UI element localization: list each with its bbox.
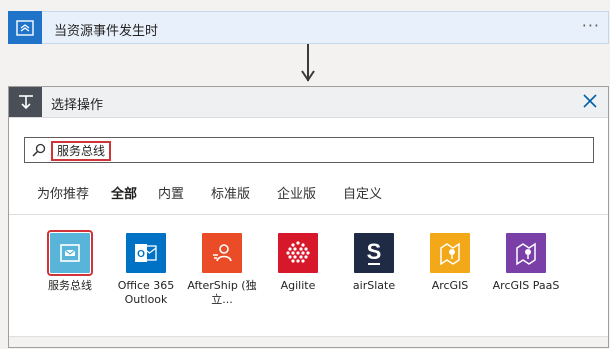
svg-text:O: O <box>137 249 145 260</box>
choose-action-card: 选择操作 服务总线 为你推荐 全部 内置 标准版 企业版 自定义 服务总线 O … <box>8 86 609 348</box>
tab-standard[interactable]: 标准版 <box>211 183 250 202</box>
action-title: 选择操作 <box>51 98 104 113</box>
connector-name: Agilite <box>280 279 316 292</box>
connector-name: ArcGIS PaaS <box>492 279 560 292</box>
connector-tile[interactable]: Agilite <box>258 233 338 293</box>
connector-name: airSlate <box>352 279 396 292</box>
event-grid-icon <box>8 11 42 44</box>
aftership-icon <box>202 233 242 273</box>
action-header[interactable]: 选择操作 <box>9 87 608 118</box>
connector-name: 服务总线 <box>48 279 92 292</box>
search-icon <box>32 143 46 157</box>
service-bus-icon <box>47 230 93 276</box>
connector-tile[interactable]: 服务总线 <box>30 230 110 293</box>
connector-tile[interactable]: ArcGIS PaaS <box>486 233 566 293</box>
connector-name: Office 365 Outlook <box>117 279 175 306</box>
tab-enterprise[interactable]: 企业版 <box>277 183 316 202</box>
trigger-card[interactable]: 当资源事件发生时 ··· <box>8 11 609 44</box>
search-value: 服务总线 <box>51 141 112 161</box>
trigger-title: 当资源事件发生时 <box>54 24 159 39</box>
tab-builtin[interactable]: 内置 <box>158 183 184 202</box>
arrow-down-icon <box>301 70 315 82</box>
connector-name: AfterShip (独立... <box>187 279 257 306</box>
connector-tile[interactable]: ArcGIS <box>410 233 490 293</box>
operation-icon <box>9 87 42 117</box>
agilite-icon <box>278 233 318 273</box>
airslate-icon: S <box>354 233 394 273</box>
tab-recommended[interactable]: 为你推荐 <box>37 183 89 202</box>
outlook-icon: O <box>126 233 166 273</box>
connector-tile[interactable]: S airSlate <box>334 233 414 293</box>
arcgis-paas-icon <box>506 233 546 273</box>
connector-name: ArcGIS <box>431 279 469 292</box>
connector-grid: 服务总线 O Office 365 Outlook AfterShip (独立.… <box>9 215 608 349</box>
connector-tile[interactable]: AfterShip (独立... <box>182 233 262 307</box>
tab-all[interactable]: 全部 <box>111 183 137 202</box>
arcgis-icon <box>430 233 470 273</box>
close-icon[interactable] <box>581 92 599 110</box>
svg-text:S: S <box>367 239 382 264</box>
tab-custom[interactable]: 自定义 <box>343 183 382 202</box>
more-options-button[interactable]: ··· <box>582 16 600 35</box>
search-input[interactable]: 服务总线 <box>24 137 594 163</box>
connector-tile[interactable]: O Office 365 Outlook <box>106 233 186 307</box>
